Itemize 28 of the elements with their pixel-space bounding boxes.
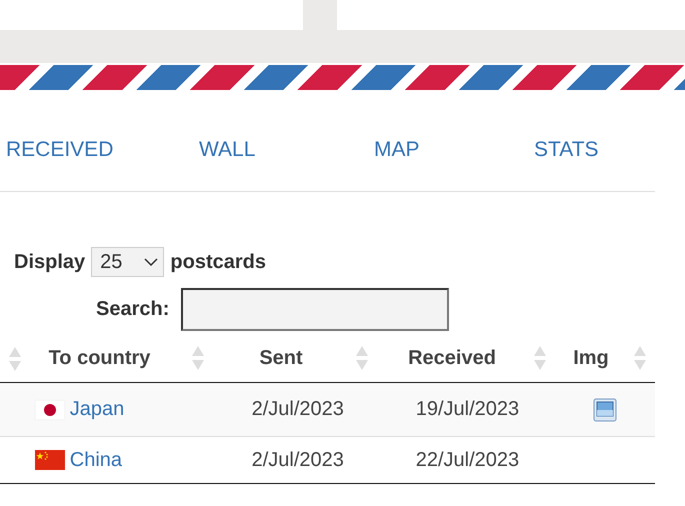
received-date: 22/Jul/2023 [416, 448, 520, 472]
flag-icon [34, 400, 65, 420]
sort-icon[interactable] [633, 345, 647, 371]
search-field[interactable] [181, 288, 450, 331]
sort-icon[interactable] [533, 345, 547, 371]
sort-icon[interactable] [8, 346, 22, 372]
sort-icon[interactable] [355, 345, 369, 371]
received-date: 19/Jul/2023 [416, 398, 520, 421]
nav-link[interactable]: MAP [374, 138, 420, 162]
column-header[interactable]: Sent [259, 347, 303, 370]
display-label: Display [14, 250, 86, 274]
nav-link[interactable]: RECEIVED [6, 138, 114, 162]
sent-date: 2/Jul/2023 [252, 398, 344, 421]
sent-date: 2/Jul/2023 [252, 448, 344, 472]
country-link[interactable]: China [70, 448, 122, 472]
country-link[interactable]: Japan [70, 398, 124, 421]
sort-icon[interactable] [191, 345, 205, 371]
chevron-down-icon [144, 258, 158, 266]
postcards-label: postcards [170, 250, 266, 274]
page-size-select[interactable]: 25 [91, 247, 164, 277]
image-icon[interactable] [593, 398, 618, 422]
nav-link[interactable]: WALL [199, 138, 256, 162]
search-label: Search: [96, 298, 170, 321]
column-header[interactable]: To country [48, 347, 150, 370]
column-header[interactable]: Received [408, 347, 496, 370]
nav-link[interactable]: STATS [534, 138, 599, 162]
column-header[interactable]: Img [573, 347, 609, 370]
flag-icon [34, 450, 65, 470]
